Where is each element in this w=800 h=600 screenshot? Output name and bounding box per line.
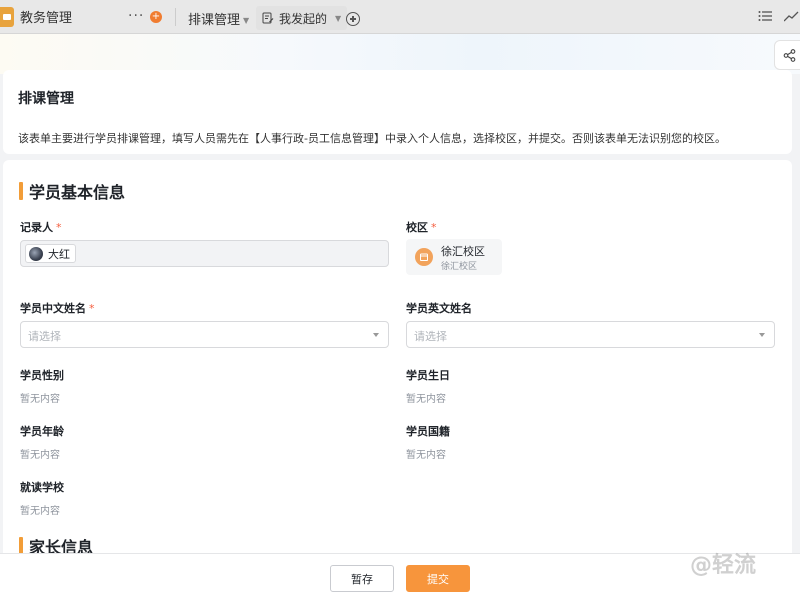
required-mark: *	[431, 221, 437, 234]
chevron-down-icon	[759, 333, 765, 337]
share-button[interactable]	[774, 40, 800, 70]
app-title[interactable]: 教务管理	[20, 7, 72, 26]
recorder-label: 记录人 *	[20, 219, 62, 235]
top-bar: 教务管理 ··· + 排课管理 ▼ 我发起的 ▼	[0, 0, 800, 34]
school-label: 就读学校	[20, 481, 64, 494]
age-label: 学员年龄	[20, 425, 64, 438]
form-title: 排课管理	[18, 91, 74, 107]
tab-schedule-management[interactable]: 排课管理 ▼	[188, 9, 249, 28]
chinese-name-select[interactable]: 请选择	[20, 321, 389, 348]
submit-button[interactable]: 提交	[406, 565, 470, 592]
user-name: 大红	[48, 247, 70, 261]
menu-list-icon[interactable]	[758, 10, 772, 22]
form-description: 该表单主要进行学员排课管理，填写人员需先在【人事行政-员工信息管理】中录入个人信…	[18, 132, 726, 145]
header-banner	[0, 34, 800, 74]
form-intro-card: 排课管理 该表单主要进行学员排课管理，填写人员需先在【人事行政-员工信息管理】中…	[3, 70, 792, 154]
watermark: @轻流	[690, 553, 757, 578]
gender-label: 学员性别	[20, 369, 64, 382]
required-mark: *	[89, 302, 95, 315]
english-name-label: 学员英文姓名	[406, 300, 472, 316]
campus-name: 徐汇校区	[441, 245, 485, 258]
trend-icon[interactable]	[784, 10, 800, 22]
tab-my-initiated[interactable]: 我发起的 ▼	[256, 6, 348, 30]
label-text: 校区	[406, 221, 428, 234]
campus-selection-card[interactable]: 徐汇校区 徐汇校区	[406, 239, 502, 275]
edit-doc-icon	[262, 12, 274, 24]
user-chip[interactable]: 大红	[25, 244, 76, 263]
chinese-name-label: 学员中文姓名 *	[20, 300, 95, 316]
label-text: 学员中文姓名	[20, 302, 86, 315]
campus-icon	[415, 248, 433, 266]
plus-circle-icon[interactable]	[346, 12, 360, 26]
chevron-down-icon: ▼	[243, 16, 250, 25]
section-title: 学员基本信息	[29, 183, 126, 202]
nationality-label: 学员国籍	[406, 425, 450, 438]
label-text: 学员英文姓名	[406, 302, 472, 315]
form-footer: 暂存 提交	[0, 553, 800, 600]
placeholder: 请选择	[414, 330, 447, 343]
share-icon	[783, 48, 795, 62]
campus-subtitle: 徐汇校区	[441, 262, 478, 272]
add-icon[interactable]: +	[150, 11, 162, 23]
school-value: 暂无内容	[20, 506, 60, 517]
section-accent-bar	[19, 182, 23, 200]
gender-value: 暂无内容	[20, 394, 60, 405]
save-draft-button[interactable]: 暂存	[330, 565, 394, 592]
chevron-down-icon	[373, 333, 379, 337]
more-icon[interactable]: ···	[128, 8, 144, 24]
chevron-down-icon: ▼	[335, 13, 342, 23]
form-body-card: 学员基本信息 记录人 * 大红 校区 * 徐汇校区 徐汇校区 学员中文姓名 * 请选择…	[3, 160, 792, 560]
tab-label: 我发起的	[279, 11, 328, 26]
divider	[175, 8, 176, 26]
section-student-info: 学员基本信息	[19, 179, 125, 203]
placeholder: 请选择	[28, 330, 61, 343]
tab-label: 排课管理	[188, 13, 241, 28]
required-mark: *	[56, 221, 62, 234]
nationality-value: 暂无内容	[406, 450, 446, 461]
birthday-label: 学员生日	[406, 369, 450, 382]
birthday-value: 暂无内容	[406, 394, 446, 405]
english-name-select[interactable]: 请选择	[406, 321, 775, 348]
recorder-field[interactable]: 大红	[20, 240, 389, 267]
age-value: 暂无内容	[20, 450, 60, 461]
label-text: 记录人	[20, 221, 53, 234]
avatar	[29, 246, 43, 261]
campus-label: 校区 *	[406, 219, 437, 235]
app-logo-icon	[0, 6, 14, 27]
